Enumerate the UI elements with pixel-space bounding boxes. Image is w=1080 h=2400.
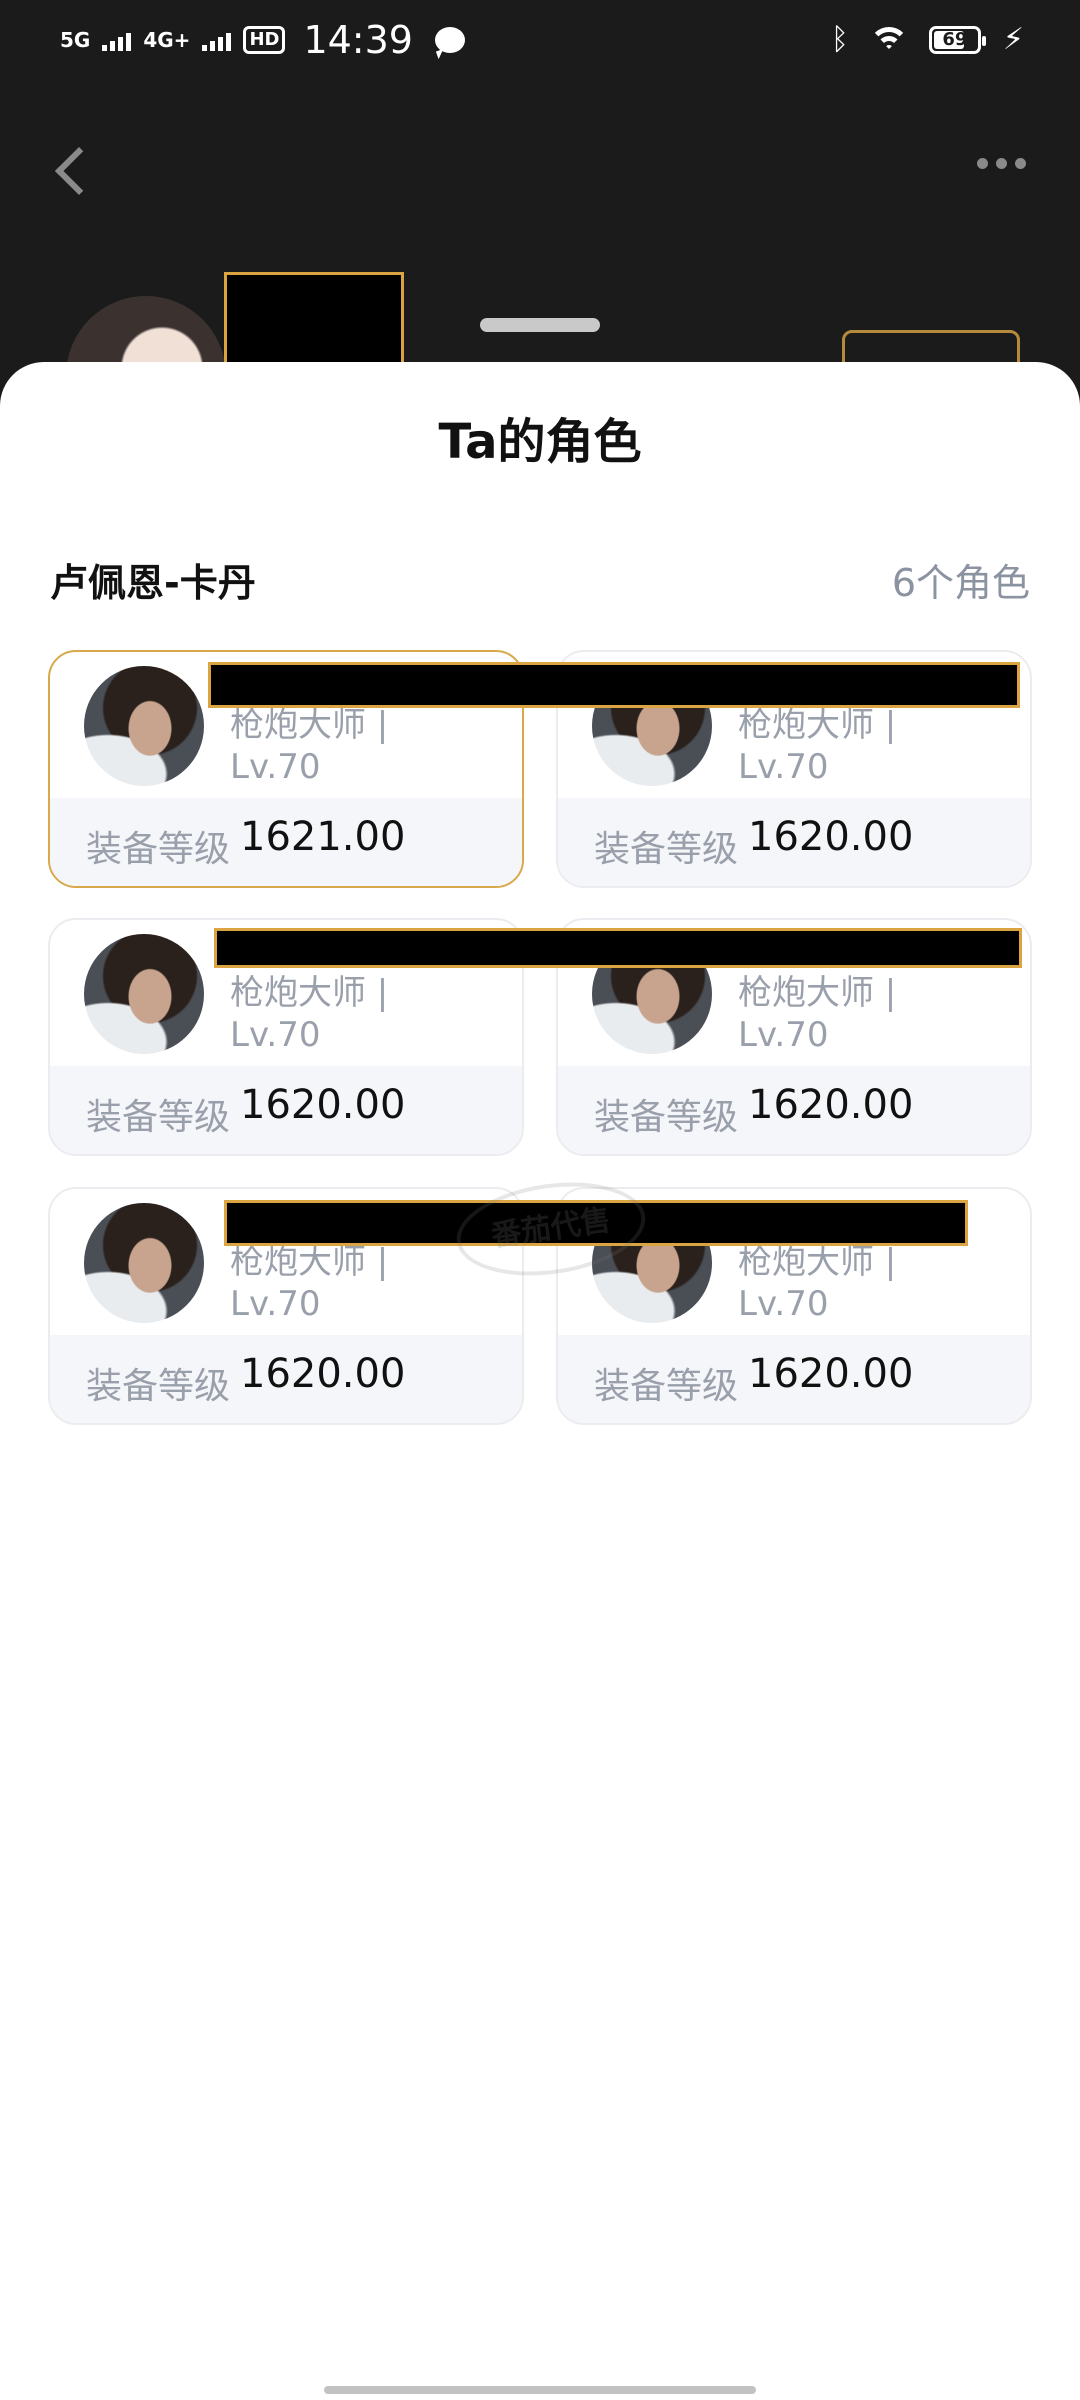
sheet-drag-handle[interactable] bbox=[480, 318, 600, 332]
character-class-level: 枪炮大师 | Lv.70 bbox=[230, 973, 389, 1055]
character-count: 6个角色 bbox=[891, 561, 1030, 605]
character-class-level: 枪炮大师 | Lv.70 bbox=[738, 973, 897, 1055]
character-class-level: 枪炮大师 | Lv.70 bbox=[738, 705, 897, 787]
signal-icon bbox=[102, 29, 132, 51]
hd-voice-icon: HD bbox=[243, 26, 286, 54]
character-class-level: 枪炮大师 | Lv.70 bbox=[230, 1242, 389, 1324]
equip-level-value: 1620.00 bbox=[240, 1351, 406, 1397]
equip-level-value: 1620.00 bbox=[748, 1351, 914, 1397]
status-bar: 5G 4G+ HD 14:39 ᛒ 69 ⚡ bbox=[0, 0, 1080, 84]
redacted-profile-name bbox=[224, 272, 404, 376]
card-footer: 装备等级 1620.00 bbox=[50, 1066, 522, 1154]
character-avatar bbox=[84, 666, 204, 786]
equip-level-label: 装备等级 bbox=[86, 1366, 231, 1407]
charging-icon: ⚡ bbox=[1002, 22, 1024, 57]
network-5g-label: 5G bbox=[60, 28, 91, 52]
equip-level-label: 装备等级 bbox=[594, 829, 739, 870]
card-footer: 装备等级 1620.00 bbox=[558, 1335, 1030, 1423]
more-options-button[interactable] bbox=[977, 158, 1026, 169]
back-button[interactable] bbox=[52, 140, 92, 200]
character-avatar bbox=[84, 1203, 204, 1323]
card-footer: 装备等级 1620.00 bbox=[50, 1335, 522, 1423]
clock: 14:39 bbox=[303, 18, 413, 62]
equip-level-value: 1620.00 bbox=[748, 814, 914, 860]
signal-icon-2 bbox=[202, 29, 232, 51]
equip-level-label: 装备等级 bbox=[594, 1097, 739, 1138]
wifi-icon bbox=[870, 25, 907, 55]
card-footer: 装备等级 1620.00 bbox=[558, 1066, 1030, 1154]
equip-level-value: 1620.00 bbox=[240, 1082, 406, 1128]
battery-icon: 69 bbox=[928, 25, 986, 54]
status-left: 5G 4G+ HD 14:39 bbox=[60, 18, 465, 62]
card-footer: 装备等级 1621.00 bbox=[50, 798, 522, 886]
equip-level-value: 1620.00 bbox=[748, 1082, 914, 1128]
sheet-title: Ta的角色 bbox=[438, 414, 642, 470]
status-right: ᛒ 69 ⚡ bbox=[831, 22, 1024, 57]
equip-level-label: 装备等级 bbox=[594, 1366, 739, 1407]
home-indicator[interactable] bbox=[324, 2386, 756, 2394]
equip-level-label: 装备等级 bbox=[86, 829, 231, 870]
character-class-level: 枪炮大师 | Lv.70 bbox=[738, 1242, 897, 1324]
card-footer: 装备等级 1620.00 bbox=[558, 798, 1030, 886]
redacted-name-bar bbox=[214, 928, 1022, 968]
network-4g-label: 4G+ bbox=[143, 28, 191, 52]
message-bubble-icon bbox=[434, 27, 465, 53]
character-avatar bbox=[84, 934, 204, 1054]
background-page: 5G 4G+ HD 14:39 ᛒ 69 ⚡ bbox=[0, 0, 1080, 456]
bluetooth-icon: ᛒ bbox=[830, 21, 849, 57]
server-name: 卢佩恩-卡丹 bbox=[50, 561, 256, 605]
redacted-name-bar bbox=[208, 662, 1020, 708]
equip-level-value: 1621.00 bbox=[240, 814, 406, 860]
character-class-level: 枪炮大师 | Lv.70 bbox=[230, 705, 389, 787]
equip-level-label: 装备等级 bbox=[86, 1097, 231, 1138]
